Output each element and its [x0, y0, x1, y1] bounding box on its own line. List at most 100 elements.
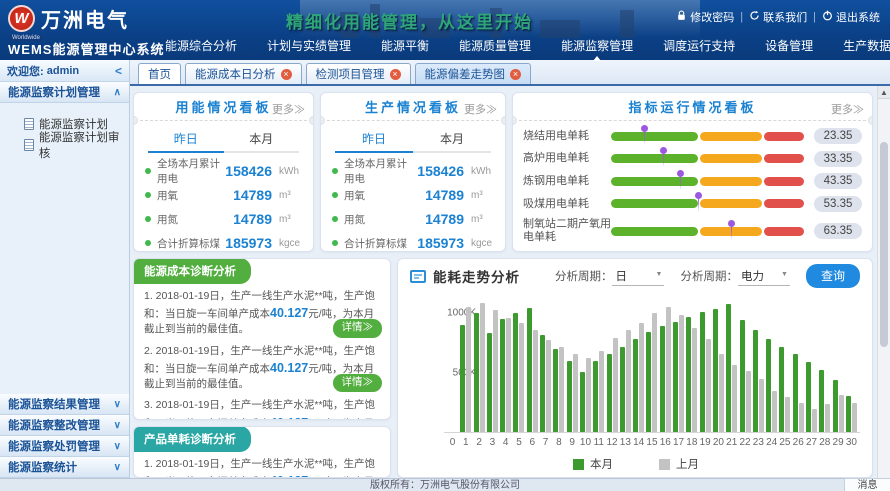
- detail-button[interactable]: 详情≫: [333, 319, 383, 337]
- bar-group: 22: [740, 299, 751, 432]
- kpi-tab[interactable]: 昨日: [148, 125, 224, 153]
- user-link-2[interactable]: 联系我们: [749, 9, 807, 25]
- period-select[interactable]: 日: [612, 267, 664, 286]
- nav-item-7[interactable]: 设备管理: [750, 35, 828, 56]
- nav-item-1[interactable]: 能源综合分析: [150, 35, 252, 56]
- bar-group: 4: [500, 299, 511, 432]
- bar-previous-month: [759, 379, 764, 432]
- kpi-row: 全场本月累计用电158426kWh: [134, 159, 313, 183]
- scrollbar-thumb[interactable]: [880, 142, 888, 347]
- bar-previous-month: [546, 340, 551, 432]
- scroll-up-icon[interactable]: ▲: [878, 86, 890, 99]
- notch-right: [309, 116, 314, 125]
- tab-1[interactable]: 首页: [138, 63, 181, 84]
- period-filter-label: 分析周期：: [555, 268, 613, 284]
- x-axis-tick: 4: [503, 437, 509, 448]
- panel-title-text: 生产情况看板: [365, 97, 461, 116]
- nav-item-4[interactable]: 能源质量管理: [444, 35, 546, 56]
- legend-entry[interactable]: 上月: [659, 456, 699, 472]
- bullet-dot-icon: [332, 216, 338, 222]
- gauge-red-segment: [764, 199, 804, 208]
- gauge-yellow-segment: [700, 199, 762, 208]
- panel-divider: [514, 120, 871, 121]
- tab-2[interactable]: 能源成本日分析×: [185, 63, 302, 84]
- query-button[interactable]: 查询: [806, 264, 860, 288]
- detail-button[interactable]: 详情≫: [333, 374, 383, 392]
- sidebar-group-3[interactable]: 能源监察整改管理∨: [0, 415, 129, 436]
- kpi-tab[interactable]: 本月: [224, 125, 300, 153]
- tab-label: 检测项目管理: [316, 66, 385, 82]
- indicator-label: 高炉用电单耗: [523, 152, 611, 165]
- x-axis-tick: 0: [450, 437, 456, 448]
- bullet-dot-icon: [145, 192, 151, 198]
- diagnosis-value: 40.127: [270, 416, 308, 420]
- kpi-value: 185973: [417, 235, 464, 251]
- sidebar-bottom: 能源监察结果管理∨能源监察整改管理∨能源监察处罚管理∨能源监察统计∨: [0, 394, 129, 478]
- notch-right: [501, 116, 506, 125]
- indicator-value: 43.35: [814, 173, 862, 189]
- sidebar-item[interactable]: 能源监察计划审核: [24, 134, 129, 155]
- bar-group: 24: [766, 299, 777, 432]
- panel-unit-diagnosis: 产品单耗诊断分析1. 2018-01-19日，生产一线生产水泥**吨，生产饱和：…: [133, 426, 391, 478]
- bar-previous-month: [613, 338, 618, 432]
- gauge-marker-icon: [677, 170, 684, 177]
- bar-previous-month: [679, 315, 684, 432]
- gauge-yellow-segment: [700, 132, 762, 141]
- message-button[interactable]: 消息: [844, 478, 890, 491]
- tab-4[interactable]: 能源偏差走势图 ×: [415, 63, 532, 84]
- legend-label: 本月: [590, 456, 613, 472]
- kpi-tab[interactable]: 本月: [413, 125, 491, 153]
- more-link[interactable]: 更多≫: [464, 101, 497, 117]
- indicator-row: 高炉用电单耗33.35: [513, 151, 872, 167]
- nav-item-6[interactable]: 调度运行支持: [648, 35, 750, 56]
- x-axis-tick: 22: [739, 437, 750, 448]
- bar-current-month: [620, 347, 625, 433]
- user-link-separator: |: [740, 11, 743, 23]
- tab-3[interactable]: 检测项目管理 ×: [306, 63, 411, 84]
- bar-current-month: [567, 361, 572, 432]
- kpi-tab[interactable]: 昨日: [335, 125, 413, 153]
- kpi-label: 合计折算标煤: [344, 236, 417, 251]
- gauge-marker-icon: [695, 192, 702, 199]
- bar-group: 7: [540, 299, 551, 432]
- vertical-scrollbar[interactable]: ▲: [877, 86, 890, 478]
- close-icon[interactable]: ×: [281, 69, 292, 80]
- kpi-unit: kgce: [279, 238, 306, 249]
- nav-item-8[interactable]: 生产数据录入: [828, 35, 890, 56]
- close-icon[interactable]: ×: [510, 69, 521, 80]
- bar-current-month: [646, 332, 651, 432]
- x-axis-tick: 30: [846, 437, 857, 448]
- user-link-3[interactable]: 退出系统: [822, 9, 880, 25]
- notch-left: [320, 116, 325, 125]
- bar-previous-month: [639, 323, 644, 432]
- close-icon[interactable]: ×: [390, 69, 401, 80]
- nav-item-5[interactable]: 能源监察管理: [546, 35, 648, 56]
- sidebar-group-2[interactable]: 能源监察结果管理∨: [0, 394, 129, 415]
- diagnosis-item: 2. 2018-01-19日，生产一线生产水泥**吨，生产饱和：当日旋一车间单产…: [134, 341, 390, 396]
- sidebar-group-4[interactable]: 能源监察处罚管理∨: [0, 436, 129, 457]
- chart-bars: 0123456789101112131415161718192021222324…: [444, 299, 860, 433]
- bar-previous-month: [519, 323, 524, 432]
- sidebar-collapse-icon[interactable]: <: [115, 64, 122, 78]
- sidebar-group-1[interactable]: 能源监察计划管理∧: [0, 82, 129, 103]
- tab-label: 能源偏差走势图: [425, 66, 506, 82]
- nav-item-3[interactable]: 能源平衡: [366, 35, 444, 56]
- diagnosis-item: 1. 2018-01-19日，生产一线生产水泥**吨，生产饱和：当日旋一车间单产…: [134, 454, 390, 478]
- legend-entry[interactable]: 本月: [573, 456, 613, 472]
- x-axis-tick: 3: [490, 437, 496, 448]
- chevron-down-icon: ∨: [114, 462, 121, 473]
- more-link[interactable]: 更多≫: [272, 101, 305, 117]
- indicator-gauge: [611, 199, 804, 208]
- sidebar-group-5[interactable]: 能源监察统计∨: [0, 457, 129, 478]
- indicator-gauge: [611, 177, 804, 186]
- bullet-dot-icon: [332, 240, 338, 246]
- bar-current-month: [686, 317, 691, 432]
- sidebar-group-label: 能源监察结果管理: [8, 396, 100, 412]
- contact-icon: [749, 10, 760, 24]
- user-link-1[interactable]: 修改密码: [676, 9, 734, 25]
- energy-type-select[interactable]: 电力: [738, 267, 790, 286]
- kpi-unit: m³: [279, 190, 306, 201]
- more-link[interactable]: 更多≫: [831, 101, 864, 117]
- nav-item-2[interactable]: 计划与实绩管理: [252, 35, 366, 56]
- bar-group: 6: [527, 299, 538, 432]
